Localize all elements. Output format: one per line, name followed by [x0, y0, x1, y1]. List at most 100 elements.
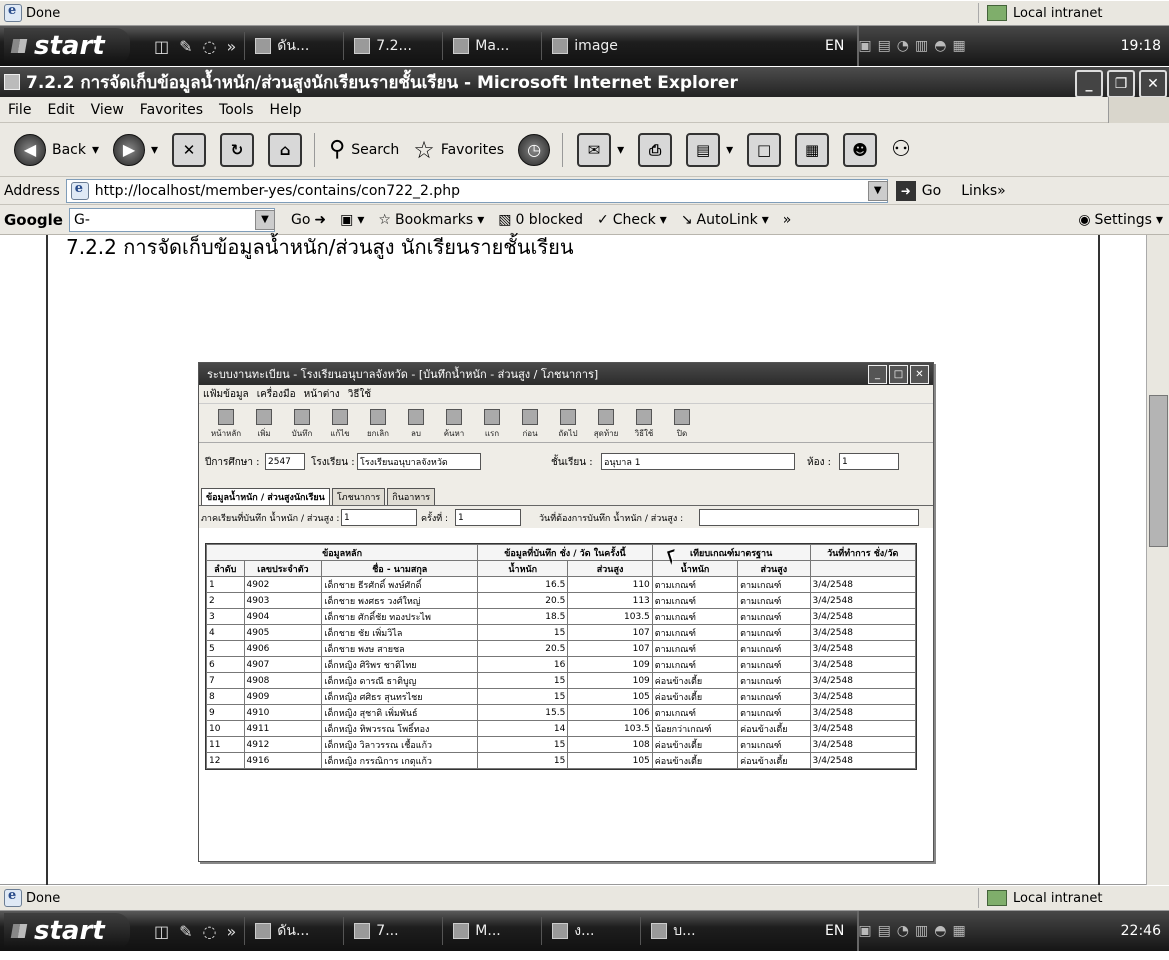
- edit-button[interactable]: ▤ ▾: [686, 132, 733, 167]
- language-indicator[interactable]: EN: [825, 923, 844, 939]
- table-row: 5 4906 เด็กชาย พงษ สายชล 20.5 107 ตามเกณฑ์ ตาม…: [206, 640, 916, 657]
- star-icon: ☆: [378, 211, 391, 228]
- history-button[interactable]: ◷: [518, 133, 551, 166]
- print-button[interactable]: ⎙: [638, 132, 673, 167]
- google-news-button[interactable]: ▣ ▾: [340, 212, 364, 228]
- taskbar-button[interactable]: 7.2...: [343, 32, 434, 60]
- menu-help[interactable]: Help: [262, 102, 310, 118]
- dropdown-arrow-icon[interactable]: ▾: [617, 142, 624, 158]
- tray-icon[interactable]: ▦: [952, 923, 965, 939]
- tray-icon[interactable]: ▥: [915, 38, 928, 54]
- google-logo[interactable]: Google: [4, 211, 63, 229]
- more-chevron-icon[interactable]: »: [783, 212, 792, 228]
- google-search-input[interactable]: G-: [68, 207, 275, 232]
- tray-icon[interactable]: ▣: [858, 38, 871, 54]
- refresh-button[interactable]: ↻: [220, 132, 255, 167]
- address-dropdown-icon[interactable]: ▼: [867, 180, 888, 201]
- taskbar-button[interactable]: ง...: [541, 917, 632, 945]
- taskbar-button[interactable]: ดัน...: [244, 917, 335, 945]
- maximize-button[interactable]: ❐: [1107, 70, 1135, 98]
- taskbar-button[interactable]: 7...: [343, 917, 434, 945]
- dropdown-arrow-icon[interactable]: ▾: [151, 142, 158, 158]
- taskbar-button[interactable]: ดัน...: [244, 32, 335, 60]
- table-cell: ตามเกณฑ์: [737, 608, 811, 625]
- clock[interactable]: 22:46: [1121, 923, 1161, 939]
- app-tool-label: แก้ไข: [330, 429, 350, 438]
- menu-file[interactable]: File: [0, 102, 39, 118]
- menu-favorites[interactable]: Favorites: [132, 102, 211, 118]
- discuss-button[interactable]: □: [747, 132, 782, 167]
- taskbar-button[interactable]: บ...: [640, 917, 731, 945]
- go-button[interactable]: ➜ Go: [895, 180, 941, 201]
- home-button[interactable]: ⌂: [268, 132, 303, 167]
- contacts-button[interactable]: ⚇: [891, 137, 911, 162]
- quicklaunch-icon[interactable]: ◫: [154, 37, 169, 56]
- spellcheck-button[interactable]: ✓ Check ▾: [597, 212, 667, 228]
- back-button[interactable]: ◀ Back ▾: [14, 133, 99, 166]
- people-icon: ⚇: [891, 137, 911, 162]
- quick-launch: ◫ ✎ ◌ »: [154, 37, 236, 56]
- messenger-button[interactable]: ☻: [843, 132, 878, 167]
- popup-blocker[interactable]: ▧ 0 blocked: [498, 212, 583, 228]
- taskbar-button[interactable]: M...: [442, 917, 533, 945]
- quicklaunch-icon[interactable]: ✎: [179, 37, 192, 56]
- quicklaunch-icon[interactable]: ◌: [203, 37, 217, 56]
- google-go-button[interactable]: Go ➜: [291, 212, 326, 228]
- links-button[interactable]: Links: [961, 183, 997, 199]
- scrollbar-thumb[interactable]: [1149, 395, 1168, 547]
- settings-button[interactable]: ◉ Settings ▾: [1078, 212, 1163, 228]
- search-button[interactable]: ⚲ Search: [329, 137, 399, 162]
- tray-icon[interactable]: ◔: [897, 923, 909, 939]
- app-screenshot: ระบบงานทะเบียน - โรงเรียนอนุบาลจังหวัด -…: [198, 362, 934, 862]
- autolink-button[interactable]: ↘ AutoLink ▾: [681, 212, 769, 228]
- tray-icon[interactable]: ▦: [952, 38, 965, 54]
- dropdown-arrow-icon[interactable]: ▾: [726, 142, 733, 158]
- tray-icon[interactable]: ▣: [858, 923, 871, 939]
- address-input[interactable]: http://localhost/member-yes/contains/con…: [65, 178, 888, 203]
- table-row: 3 4904 เด็กชาย ศักดิ์ชัย ทองประไพ 18.5 103.5…: [206, 608, 916, 625]
- vertical-scrollbar[interactable]: [1146, 235, 1169, 885]
- more-chevron-icon[interactable]: »: [227, 37, 237, 56]
- table-cell: ค่อนข้างเตี้ย: [651, 752, 739, 769]
- menu-tools[interactable]: Tools: [211, 102, 262, 118]
- year-field: 2547: [265, 453, 305, 470]
- stop-button[interactable]: ✕: [172, 132, 207, 167]
- tray-icon[interactable]: ▥: [915, 923, 928, 939]
- table-cell: 7: [206, 672, 245, 689]
- window-titlebar[interactable]: 7.2.2 การจัดเก็บข้อมูลน้ำหนัก/ส่วนสูงนัก…: [0, 67, 1169, 98]
- taskbar-button[interactable]: Ma...: [442, 32, 533, 60]
- tray-icon[interactable]: ◔: [897, 38, 909, 54]
- language-indicator[interactable]: EN: [825, 38, 844, 54]
- bookmarks-button[interactable]: ☆ Bookmarks ▾: [378, 212, 484, 228]
- forward-button[interactable]: ▶ ▾: [113, 133, 158, 166]
- table-cell: 12: [206, 752, 245, 769]
- status-text: Done: [26, 890, 61, 906]
- clock[interactable]: 19:18: [1121, 38, 1161, 54]
- tray-icon[interactable]: ▤: [878, 923, 891, 939]
- menu-edit[interactable]: Edit: [39, 102, 82, 118]
- mail-button[interactable]: ✉ ▾: [577, 132, 624, 167]
- tray-icon[interactable]: ▤: [878, 38, 891, 54]
- tray-icon[interactable]: ◓: [934, 923, 946, 939]
- quicklaunch-icon[interactable]: ✎: [179, 922, 192, 941]
- start-button[interactable]: start: [4, 28, 130, 64]
- minimize-button[interactable]: _: [1075, 70, 1103, 98]
- research-button[interactable]: ▦: [795, 132, 830, 167]
- quicklaunch-icon[interactable]: ◫: [154, 922, 169, 941]
- class-label: ชั้นเรียน :: [551, 457, 593, 468]
- menu-view[interactable]: View: [83, 102, 132, 118]
- dropdown-arrow-icon[interactable]: ▾: [92, 142, 99, 158]
- ie-window-icon[interactable]: [4, 74, 20, 90]
- tray-icon[interactable]: ◓: [934, 38, 946, 54]
- more-chevron-icon[interactable]: »: [227, 922, 237, 941]
- start-button[interactable]: start: [4, 913, 130, 949]
- table-row: 8 4909 เด็กหญิง ศศิธร สุนทรไชย 15 105 ค่อนข้า…: [206, 688, 916, 705]
- google-dropdown-icon[interactable]: ▼: [254, 209, 275, 230]
- favorites-button[interactable]: ☆ Favorites: [413, 136, 504, 164]
- close-button[interactable]: ✕: [1139, 70, 1167, 98]
- table-cell: 110: [567, 576, 653, 593]
- quicklaunch-icon[interactable]: ◌: [203, 922, 217, 941]
- app-menu-item: แฟ้มข้อมูล: [203, 388, 249, 400]
- taskbar-button[interactable]: image: [541, 32, 632, 60]
- chevron-right-icon[interactable]: »: [997, 183, 1006, 199]
